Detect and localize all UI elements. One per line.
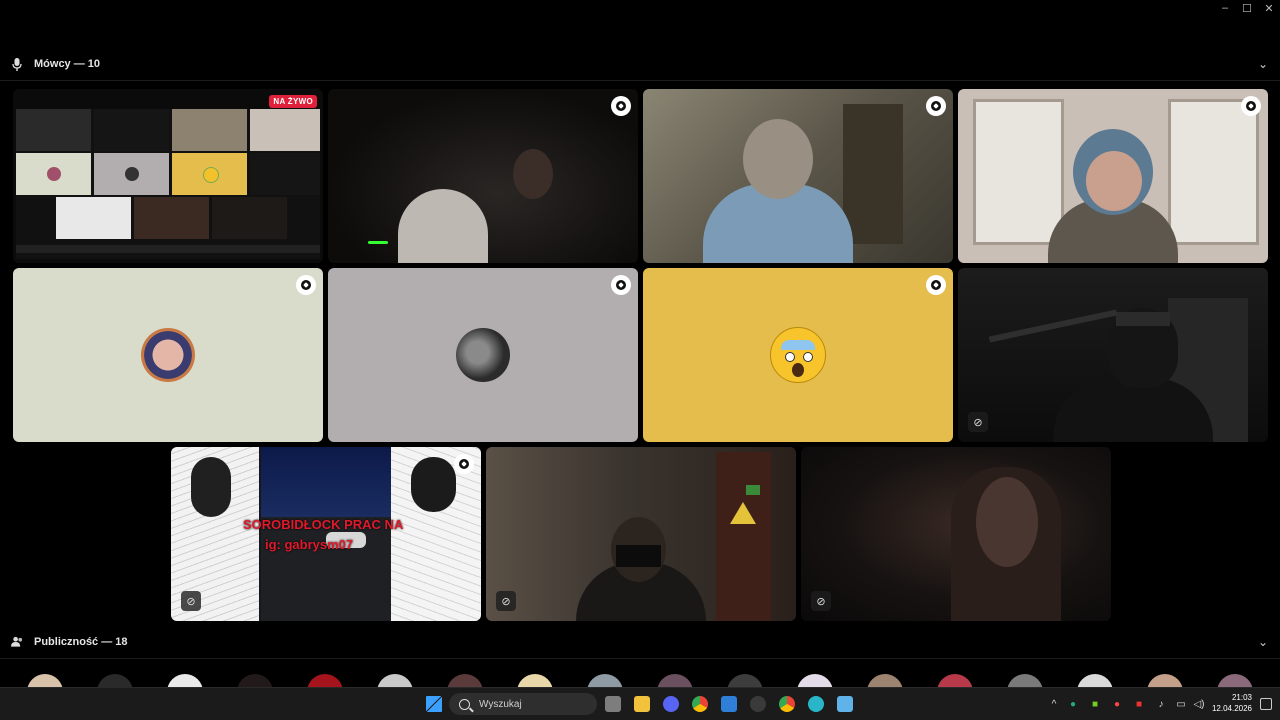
clock-date: 12.04.2026 xyxy=(1211,704,1252,713)
close-button[interactable]: ✕ xyxy=(1258,0,1280,16)
participant-tile[interactable]: ⊘ xyxy=(958,268,1268,442)
divider xyxy=(0,80,1280,81)
avatar xyxy=(456,328,510,382)
chevron-up-icon[interactable]: ^ xyxy=(1046,699,1062,710)
camera-badge-icon xyxy=(926,96,946,116)
nvidia-icon[interactable]: ■ xyxy=(1084,699,1106,710)
window-controls: – ☐ ✕ xyxy=(1214,0,1280,16)
speakers-count-label: Mówcy — 10 xyxy=(34,58,101,70)
edge-icon[interactable] xyxy=(808,696,824,712)
participant-tile[interactable] xyxy=(643,89,953,263)
windows-start-icon[interactable] xyxy=(426,696,442,712)
chrome-active-icon[interactable] xyxy=(779,696,795,712)
live-badge: NA ŻYWO xyxy=(269,95,317,108)
participant-tile[interactable]: ⊘ xyxy=(801,447,1111,621)
chevron-down-icon[interactable]: ⌄ xyxy=(1256,635,1270,649)
search-placeholder: Wyszukaj xyxy=(479,698,522,710)
steam-icon[interactable] xyxy=(750,696,766,712)
participant-tile[interactable] xyxy=(643,268,953,442)
clock-time: 21:03 xyxy=(1231,693,1252,702)
mic-icon[interactable]: ♪ xyxy=(1150,699,1172,710)
clock[interactable]: 21:03 12.04.2026 xyxy=(1212,692,1252,714)
search-icon xyxy=(459,698,470,710)
microphone-icon xyxy=(11,57,23,71)
chevron-down-icon[interactable]: ⌄ xyxy=(1256,57,1270,71)
camera-badge-icon xyxy=(611,96,631,116)
camera-badge-icon xyxy=(296,275,316,295)
participant-tile[interactable] xyxy=(958,89,1268,263)
taskbar: Wyszukaj ^ ● ■ ● ■ ♪ ▭ ◁) 21:03 12.04.20… xyxy=(0,687,1280,720)
people-icon xyxy=(11,635,23,649)
notification-icon[interactable] xyxy=(1260,698,1272,710)
camera-badge-icon xyxy=(454,454,474,474)
divider xyxy=(0,658,1280,659)
file-explorer-icon[interactable] xyxy=(634,696,650,712)
minimize-button[interactable]: – xyxy=(1214,0,1236,16)
taskbar-search[interactable]: Wyszukaj xyxy=(449,693,597,715)
tray-app-icon[interactable]: ● xyxy=(1106,699,1128,710)
tray-app-icon[interactable]: ● xyxy=(1062,699,1084,710)
avatar xyxy=(141,328,195,382)
notepad-icon[interactable] xyxy=(837,696,853,712)
overlay-text-line2: ig: gabrysm07 xyxy=(265,537,354,552)
task-view-icon[interactable] xyxy=(605,696,621,712)
participant-tile[interactable]: ⊘ xyxy=(486,447,796,621)
camera-badge-icon xyxy=(926,275,946,295)
overlay-text-line1: SOROBIDŁOCK PRAC NA xyxy=(243,517,404,532)
tray-app-icon[interactable]: ■ xyxy=(1128,699,1150,710)
mic-muted-icon: ⊘ xyxy=(496,591,516,611)
mic-muted-icon: ⊘ xyxy=(811,591,831,611)
participant-tile[interactable] xyxy=(328,89,638,263)
chrome-icon[interactable] xyxy=(692,696,708,712)
system-tray: ^ ● ■ ● ■ ♪ ▭ ◁) xyxy=(1046,688,1208,720)
camera-badge-icon xyxy=(611,275,631,295)
participant-tile[interactable] xyxy=(328,268,638,442)
mic-muted-icon: ⊘ xyxy=(181,591,201,611)
camera-badge-icon xyxy=(1241,96,1261,116)
mic-muted-icon: ⊘ xyxy=(968,412,988,432)
network-icon[interactable]: ▭ xyxy=(1172,699,1190,710)
stream-preview xyxy=(16,109,320,259)
avatar xyxy=(770,327,826,383)
participant-tile[interactable] xyxy=(13,268,323,442)
audience-count-label: Publiczność — 18 xyxy=(34,636,128,648)
maximize-button[interactable]: ☐ xyxy=(1236,0,1258,16)
audience-header[interactable]: Publiczność — 18 ⌄ xyxy=(0,631,1280,653)
volume-icon[interactable]: ◁) xyxy=(1190,699,1208,710)
discord-icon[interactable] xyxy=(663,696,679,712)
participant-tile[interactable]: SOROBIDŁOCK PRAC NA ig: gabrysm07 ⊘ xyxy=(171,447,481,621)
speakers-header[interactable]: Mówcy — 10 ⌄ xyxy=(0,53,1280,75)
stream-tile[interactable]: NA ŻYWO xyxy=(13,89,323,263)
store-icon[interactable] xyxy=(721,696,737,712)
